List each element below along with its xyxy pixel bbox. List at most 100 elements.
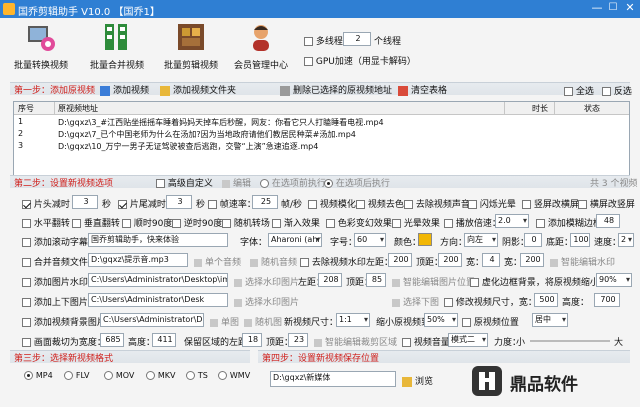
- fps-checkbox[interactable]: [208, 200, 217, 209]
- tail-cut-input[interactable]: 3: [166, 195, 192, 209]
- vflip-option[interactable]: 垂直翻转: [72, 216, 120, 229]
- close-button[interactable]: ✕: [622, 1, 638, 15]
- scroll-text-option[interactable]: 添加滚动字幕: [22, 235, 88, 248]
- invert-option[interactable]: 反选: [602, 84, 632, 97]
- delete-selected-button[interactable]: 删除已选择的原视频地址: [280, 83, 392, 96]
- speed-select[interactable]: 2.0: [495, 214, 529, 228]
- speed-option[interactable]: 播放倍速：: [444, 216, 501, 229]
- remove-watermark-checkbox[interactable]: [300, 258, 309, 267]
- scroll-text-input[interactable]: 国乔剪辑助手，快来体验: [88, 233, 228, 247]
- shrink-select[interactable]: 50%: [424, 313, 458, 327]
- select-all-option[interactable]: 全选: [564, 84, 594, 97]
- format-mp4[interactable]: MP4: [24, 371, 53, 381]
- add-bg-option[interactable]: 添加视频背景图片: [22, 315, 106, 328]
- smart-pos-button[interactable]: 智能编辑图片位置: [392, 275, 475, 288]
- shadow-input[interactable]: 0: [524, 233, 542, 247]
- size-select[interactable]: 60: [354, 233, 386, 247]
- denoise-checkbox[interactable]: [404, 200, 413, 209]
- vflip-checkbox[interactable]: [72, 219, 81, 228]
- bottom-input[interactable]: 100: [570, 233, 590, 247]
- batch-convert-tool[interactable]: 批量转换视频: [8, 22, 74, 71]
- format-flv-radio[interactable]: [64, 371, 73, 380]
- color-swatch[interactable]: [418, 233, 432, 246]
- virtual-border-option[interactable]: 虚化边框背景，将原视频缩小到：: [470, 275, 617, 288]
- format-ts[interactable]: TS: [186, 371, 208, 381]
- multithread-option[interactable]: 多线程: [304, 34, 343, 47]
- crop-checkbox[interactable]: [22, 338, 31, 347]
- blur-option[interactable]: 视频模化: [308, 197, 356, 210]
- scroll-text-checkbox[interactable]: [22, 238, 31, 247]
- blur-checkbox[interactable]: [308, 200, 317, 209]
- format-ts-radio[interactable]: [186, 371, 195, 380]
- add-image-wm-option[interactable]: 添加图片水印: [22, 275, 88, 288]
- video-table[interactable]: 序号 原视频地址 时长 状态 1 D:\gqxz\3_#江西贴坐摇摇车睡着妈妈天掉…: [13, 101, 630, 185]
- top2-input[interactable]: 85: [366, 273, 386, 287]
- mode-select[interactable]: 模式二: [448, 333, 488, 347]
- add-folder-button[interactable]: 添加视频文件夹: [160, 83, 236, 96]
- crop-height-input[interactable]: 411: [152, 333, 176, 347]
- power-slider[interactable]: [530, 340, 610, 342]
- blur-edge-input[interactable]: 48: [596, 214, 620, 228]
- dir-select[interactable]: 向左: [464, 233, 498, 247]
- fps-option[interactable]: 帧速率：: [208, 197, 256, 210]
- halo-checkbox[interactable]: [392, 219, 401, 228]
- speed-checkbox[interactable]: [444, 219, 453, 228]
- blur-edge-checkbox[interactable]: [536, 219, 545, 228]
- clear-table-button[interactable]: 清空表格: [398, 83, 447, 96]
- single-image-button[interactable]: 单图: [210, 315, 239, 328]
- flash-option[interactable]: 闪烁光晕: [468, 197, 516, 210]
- format-wmv-radio[interactable]: [218, 371, 227, 380]
- format-flv[interactable]: FLV: [64, 371, 90, 381]
- left-input[interactable]: 200: [388, 253, 412, 267]
- rand-image-button[interactable]: 随机图: [244, 315, 282, 328]
- scale-select[interactable]: 90%: [596, 273, 632, 287]
- head-cut-input[interactable]: 3: [72, 195, 98, 209]
- vscreen-option[interactable]: 竖屏改横屏: [522, 197, 579, 210]
- maximize-button[interactable]: ☐: [605, 1, 621, 15]
- hflip-checkbox[interactable]: [22, 219, 31, 228]
- decolor-checkbox[interactable]: [356, 200, 365, 209]
- high-input[interactable]: 200: [520, 253, 544, 267]
- merge-audio-checkbox[interactable]: [22, 258, 31, 267]
- format-mkv[interactable]: MKV: [146, 371, 176, 381]
- crop-option[interactable]: 画面裁切为宽度：: [22, 335, 106, 348]
- speed2-select[interactable]: 2: [618, 233, 634, 247]
- pre-exec-radio[interactable]: [260, 179, 269, 188]
- invert-checkbox[interactable]: [602, 87, 611, 96]
- select-bg-button[interactable]: 选择下图: [392, 295, 439, 308]
- flash-checkbox[interactable]: [468, 200, 477, 209]
- resize-checkbox[interactable]: [444, 298, 453, 307]
- remove-watermark-option[interactable]: 去除视频水印: [300, 255, 366, 268]
- keep-left-input[interactable]: 18: [242, 333, 262, 347]
- halo-option[interactable]: 光晕效果: [392, 216, 440, 229]
- top-input[interactable]: 200: [438, 253, 462, 267]
- format-mov-radio[interactable]: [104, 371, 113, 380]
- audio-path-input[interactable]: D:\gqxz\提示音.mp3: [88, 253, 188, 267]
- advanced-checkbox[interactable]: [156, 179, 165, 188]
- image-wm-path-input[interactable]: C:\Users\Administrator\Desktop\img-g: [88, 273, 228, 287]
- thread-count-input[interactable]: 2: [343, 32, 371, 46]
- format-mp4-radio[interactable]: [24, 371, 33, 380]
- select-watermark-button[interactable]: 选择水印图片: [234, 295, 299, 308]
- fade-checkbox[interactable]: [272, 219, 281, 228]
- head-cut-option[interactable]: 片头减时: [22, 197, 70, 210]
- hscreen-checkbox[interactable]: [578, 200, 587, 209]
- volume-checkbox[interactable]: [402, 338, 411, 347]
- gpu-option[interactable]: GPU加速（用显卡解码）: [304, 54, 416, 67]
- select-image-button[interactable]: 选择水印图片: [234, 275, 299, 288]
- rot-ccw-checkbox[interactable]: [172, 219, 181, 228]
- merge-audio-option[interactable]: 合并音频文件: [22, 255, 88, 268]
- pre-exec-option[interactable]: 在选项前执行: [260, 176, 326, 189]
- format-mov[interactable]: MOV: [104, 371, 134, 381]
- head-cut-checkbox[interactable]: [22, 200, 31, 209]
- height-input[interactable]: 700: [594, 293, 620, 307]
- format-wmv[interactable]: WMV: [218, 371, 250, 381]
- hflip-option[interactable]: 水平翻转: [22, 216, 70, 229]
- width-input[interactable]: 500: [534, 293, 558, 307]
- pos-select[interactable]: 居中: [532, 313, 568, 327]
- left2-input[interactable]: 208: [318, 273, 342, 287]
- crop-width-input[interactable]: 685: [100, 333, 124, 347]
- table-row[interactable]: 3 D:\gqxz\10_万宁一男子无证驾驶被查后逃跑，交警“上演”急速追逐.mp…: [14, 140, 629, 152]
- edit-button[interactable]: 编辑: [222, 176, 251, 189]
- table-row[interactable]: 1 D:\gqxz\3_#江西贴坐摇摇车睡着妈妈天掉车后秒醒，网友：你看它只人打瞌…: [14, 116, 629, 128]
